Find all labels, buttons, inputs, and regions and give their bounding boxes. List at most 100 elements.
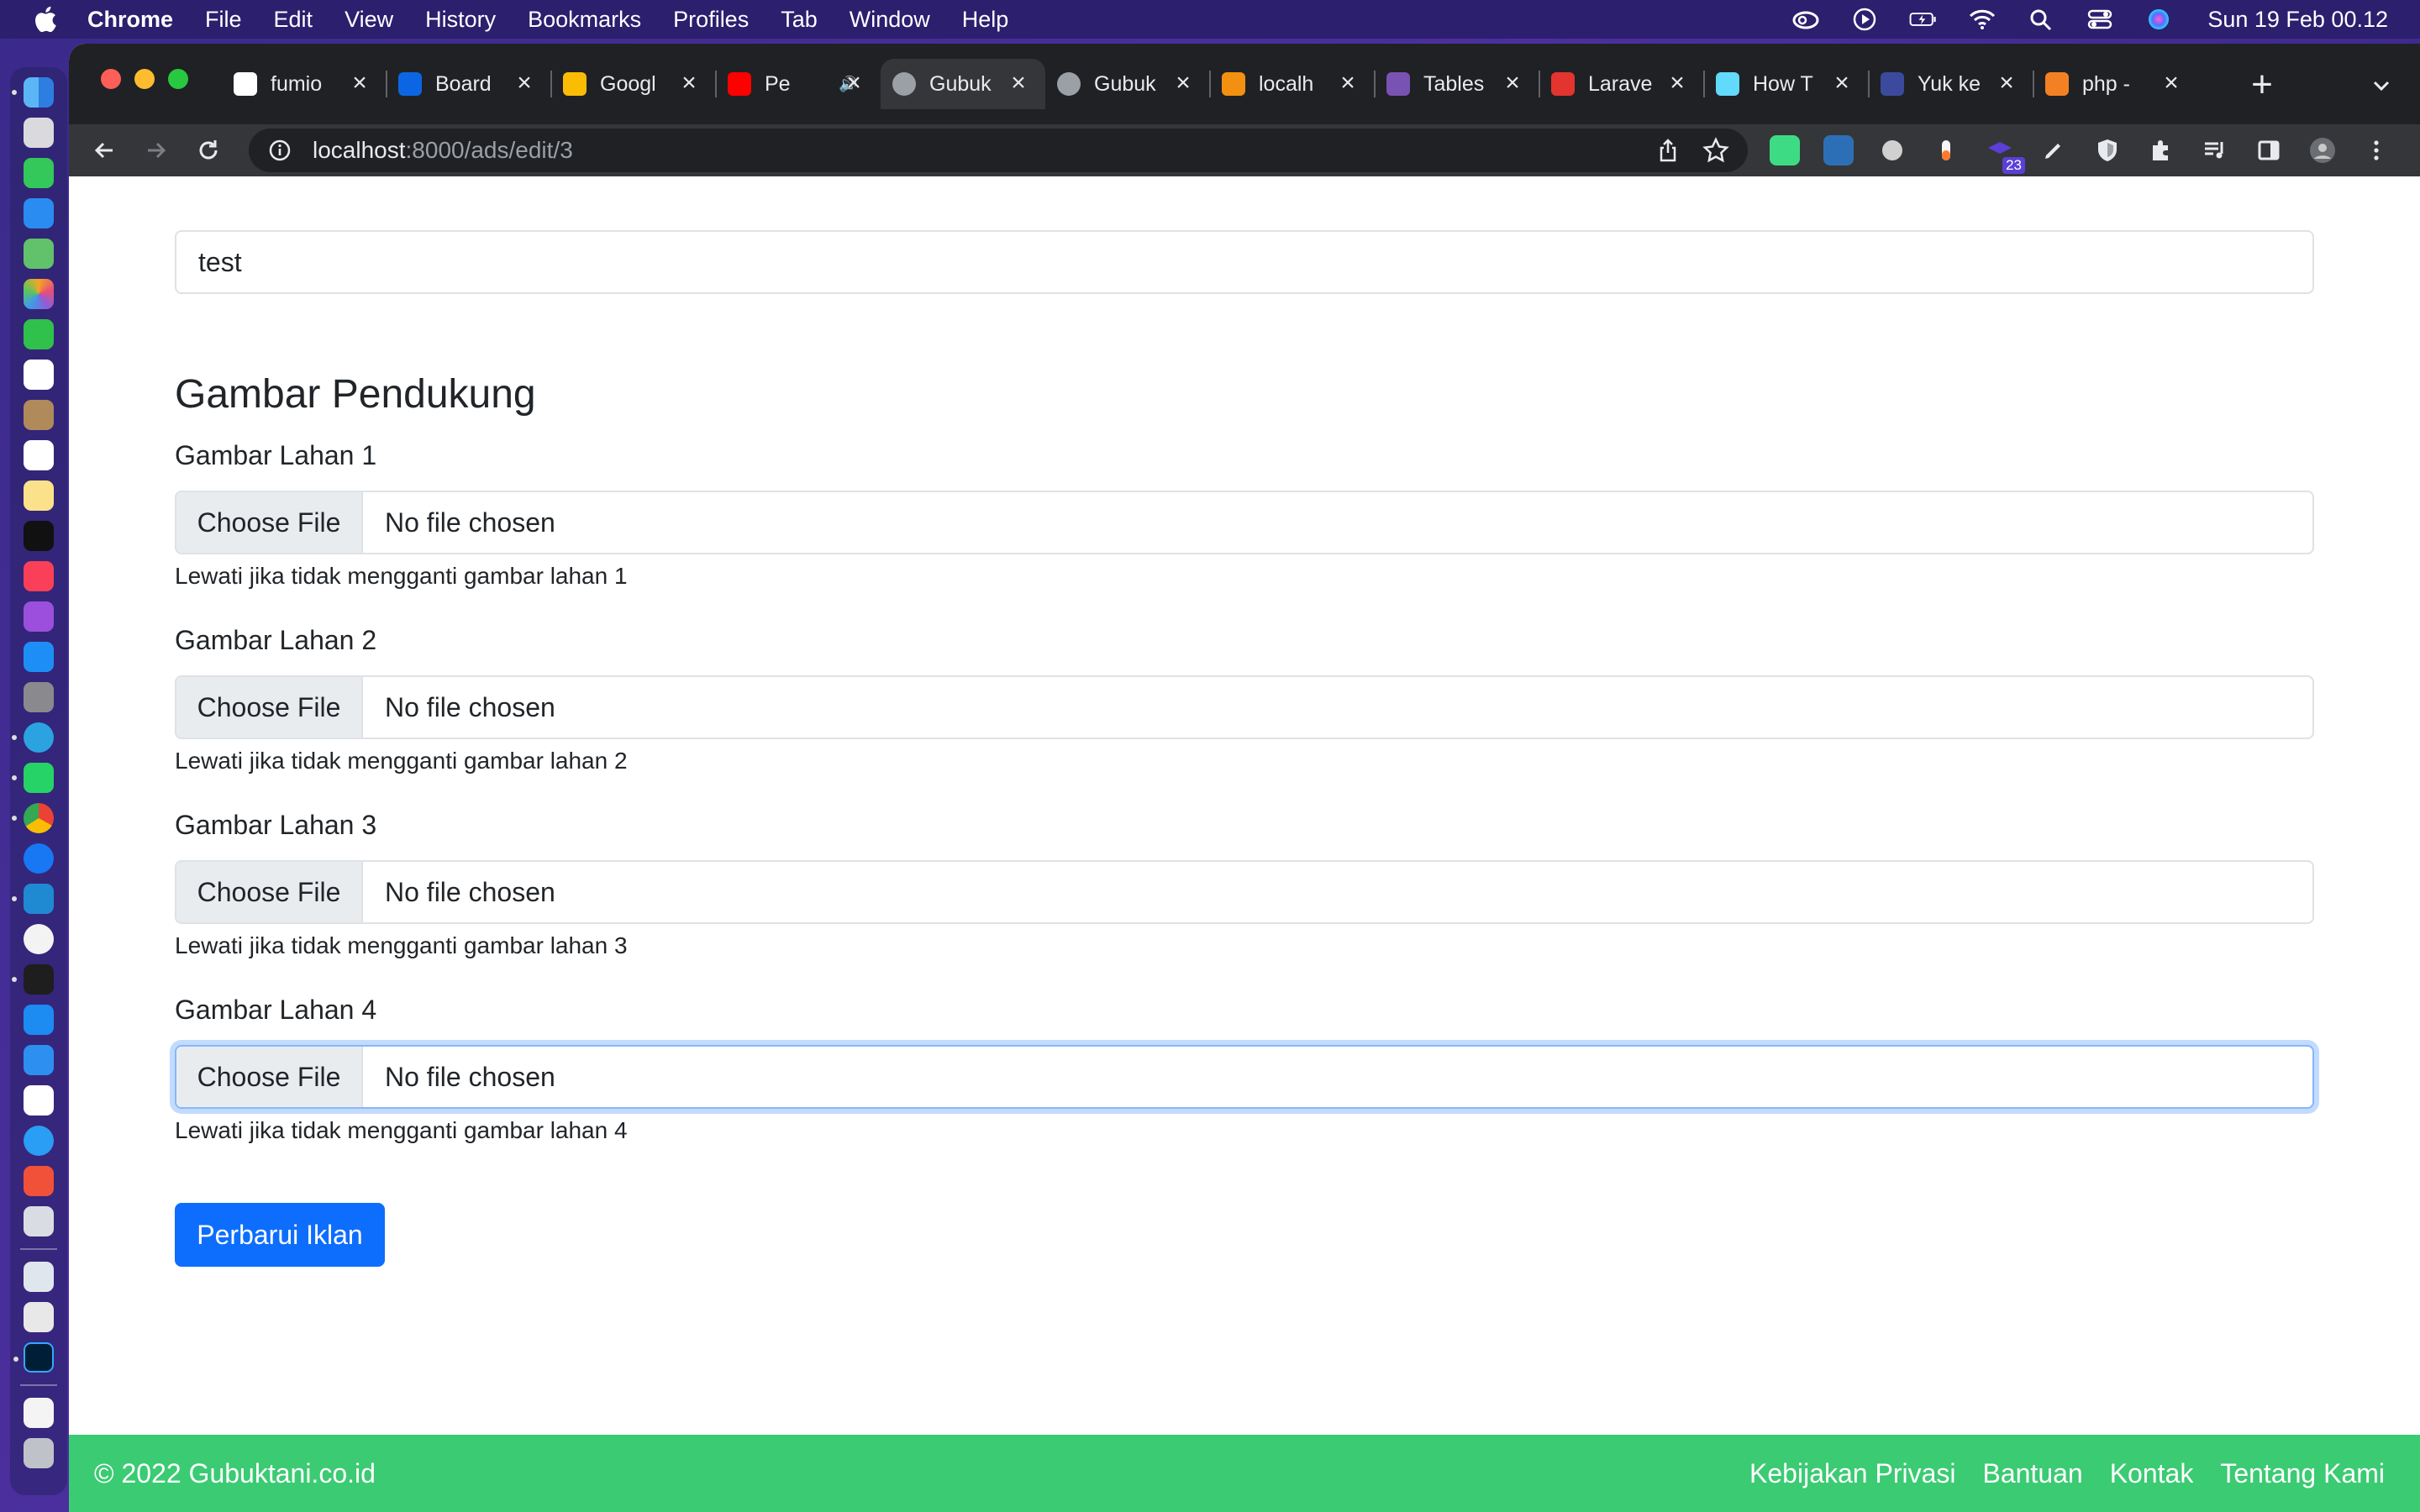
close-tab-icon[interactable]: × xyxy=(1499,71,1526,97)
bookmark-star-icon[interactable] xyxy=(1702,137,1729,164)
site-info-icon[interactable] xyxy=(267,138,292,163)
close-tab-icon[interactable]: × xyxy=(1828,71,1855,97)
address-bar[interactable]: localhost:8000/ads/edit/3 xyxy=(249,129,1748,172)
creative-cloud-icon[interactable] xyxy=(1789,7,1823,32)
file-input-gambar-lahan-3[interactable]: Choose File No file chosen xyxy=(175,860,2314,924)
footer-link-contact[interactable]: Kontak xyxy=(2110,1458,2194,1489)
screenshot-extension-icon[interactable] xyxy=(1823,135,1854,165)
browser-tab[interactable]: fumio × xyxy=(222,59,387,109)
title-input[interactable]: test xyxy=(175,230,2314,294)
pen-extension-icon[interactable] xyxy=(2039,135,2069,165)
close-tab-icon[interactable]: × xyxy=(1005,71,1032,97)
facetime-icon[interactable] xyxy=(24,319,54,349)
podcasts-icon[interactable] xyxy=(24,601,54,632)
mail-icon[interactable] xyxy=(24,198,54,228)
menu-tab[interactable]: Tab xyxy=(781,7,818,33)
whatsapp-icon[interactable] xyxy=(12,763,54,793)
browser-tab[interactable]: Gubuk × xyxy=(881,59,1045,109)
contacts-icon[interactable] xyxy=(24,400,54,430)
simulator-icon[interactable] xyxy=(24,1045,54,1075)
close-tab-icon[interactable]: × xyxy=(1664,71,1691,97)
file-input-gambar-lahan-4[interactable]: Choose File No file chosen xyxy=(175,1045,2314,1109)
chrome-icon[interactable] xyxy=(12,803,54,833)
close-tab-icon[interactable]: × xyxy=(511,71,538,97)
browser-tab[interactable]: Tables × xyxy=(1375,59,1540,109)
capsule-extension-icon[interactable] xyxy=(1931,135,1961,165)
share-icon[interactable] xyxy=(1655,138,1681,163)
wifi-icon[interactable] xyxy=(1965,7,1999,32)
apple-tv-icon[interactable] xyxy=(24,521,54,551)
side-panel-icon[interactable] xyxy=(2254,135,2284,165)
printer-icon[interactable] xyxy=(24,1302,54,1332)
browser-tab[interactable]: Board × xyxy=(387,59,552,109)
menu-file[interactable]: File xyxy=(205,7,242,33)
telegram-icon[interactable] xyxy=(12,722,54,753)
reload-button[interactable] xyxy=(192,134,225,167)
close-tab-icon[interactable]: × xyxy=(346,71,373,97)
forward-button[interactable] xyxy=(139,134,173,167)
menu-window[interactable]: Window xyxy=(850,7,930,33)
disk-utility-icon[interactable] xyxy=(24,1206,54,1236)
menu-help[interactable]: Help xyxy=(962,7,1009,33)
footer-link-privacy-policy[interactable]: Kebijakan Privasi xyxy=(1749,1458,1955,1489)
browser-tab[interactable]: php - × xyxy=(2033,59,2198,109)
cloud-extension-icon[interactable] xyxy=(1877,135,1907,165)
menu-profiles[interactable]: Profiles xyxy=(673,7,749,33)
close-tab-icon[interactable]: × xyxy=(676,71,702,97)
file-input-gambar-lahan-2[interactable]: Choose File No file chosen xyxy=(175,675,2314,739)
menu-edit[interactable]: Edit xyxy=(274,7,313,33)
calendar-icon[interactable] xyxy=(24,360,54,390)
launchpad-icon[interactable] xyxy=(24,118,54,148)
close-tab-icon[interactable]: × xyxy=(2158,71,2185,97)
apple-menu-icon[interactable] xyxy=(30,5,59,34)
graduation-cap-extension-icon[interactable]: 23 xyxy=(1985,135,2025,174)
system-preferences-icon[interactable] xyxy=(24,682,54,712)
close-window-button[interactable] xyxy=(101,69,121,89)
browser-tab[interactable]: Googl × xyxy=(551,59,717,109)
update-ad-button[interactable]: Perbarui Iklan xyxy=(175,1203,385,1267)
safari-icon[interactable] xyxy=(24,1126,54,1156)
media-play-icon[interactable] xyxy=(1848,7,1881,32)
close-tab-icon[interactable]: × xyxy=(1993,71,2020,97)
vscode-icon[interactable] xyxy=(12,884,54,914)
notes-icon[interactable] xyxy=(24,480,54,511)
location-app-icon[interactable] xyxy=(24,843,54,874)
spotlight-search-icon[interactable] xyxy=(2024,7,2058,32)
footer-link-about-us[interactable]: Tentang Kami xyxy=(2220,1458,2385,1489)
back-button[interactable] xyxy=(87,134,121,167)
puzzle-extensions-icon[interactable] xyxy=(2146,135,2176,165)
messages-icon[interactable] xyxy=(24,158,54,188)
maps-icon[interactable] xyxy=(24,239,54,269)
browser-tab[interactable]: localh × xyxy=(1210,59,1376,109)
menu-bookmarks[interactable]: Bookmarks xyxy=(528,7,641,33)
xcode-icon[interactable] xyxy=(24,1005,54,1035)
control-center-icon[interactable] xyxy=(2083,7,2117,32)
browser-tab[interactable]: Gubuk × xyxy=(1045,59,1211,109)
lightroom-icon[interactable] xyxy=(13,1342,54,1373)
browser-tab[interactable]: Larave × xyxy=(1539,59,1705,109)
menu-app-name[interactable]: Chrome xyxy=(87,7,173,33)
choose-file-button[interactable]: Choose File xyxy=(176,492,363,553)
zoom-window-button[interactable] xyxy=(168,69,188,89)
browser-tab[interactable]: Pe 🔊 × xyxy=(716,59,881,109)
choose-file-button[interactable]: Choose File xyxy=(176,677,363,738)
photos-icon[interactable] xyxy=(24,279,54,309)
finder-icon[interactable] xyxy=(12,77,54,108)
address-url[interactable]: localhost:8000/ads/edit/3 xyxy=(313,137,573,164)
choose-file-button[interactable]: Choose File xyxy=(176,862,363,922)
close-tab-icon[interactable]: × xyxy=(1170,71,1197,97)
tab-search-chevron-icon[interactable] xyxy=(2368,72,2395,99)
battery-charging-icon[interactable] xyxy=(1907,7,1940,32)
siri-icon[interactable] xyxy=(2142,7,2175,32)
media-queue-icon[interactable] xyxy=(2200,135,2230,165)
browser-tab[interactable]: Yuk ke × xyxy=(1869,59,2034,109)
shield-extension-icon[interactable] xyxy=(2092,135,2123,165)
new-tab-button[interactable]: + xyxy=(2245,66,2279,103)
menu-bar-clock[interactable]: Sun 19 Feb 00.12 xyxy=(2207,7,2388,33)
profile-avatar-icon[interactable] xyxy=(2307,135,2338,165)
close-tab-icon[interactable]: × xyxy=(1334,71,1361,97)
close-tab-icon[interactable]: × xyxy=(840,71,867,97)
footer-link-help[interactable]: Bantuan xyxy=(1982,1458,2082,1489)
file-input-gambar-lahan-1[interactable]: Choose File No file chosen xyxy=(175,491,2314,554)
choose-file-button[interactable]: Choose File xyxy=(176,1047,363,1107)
